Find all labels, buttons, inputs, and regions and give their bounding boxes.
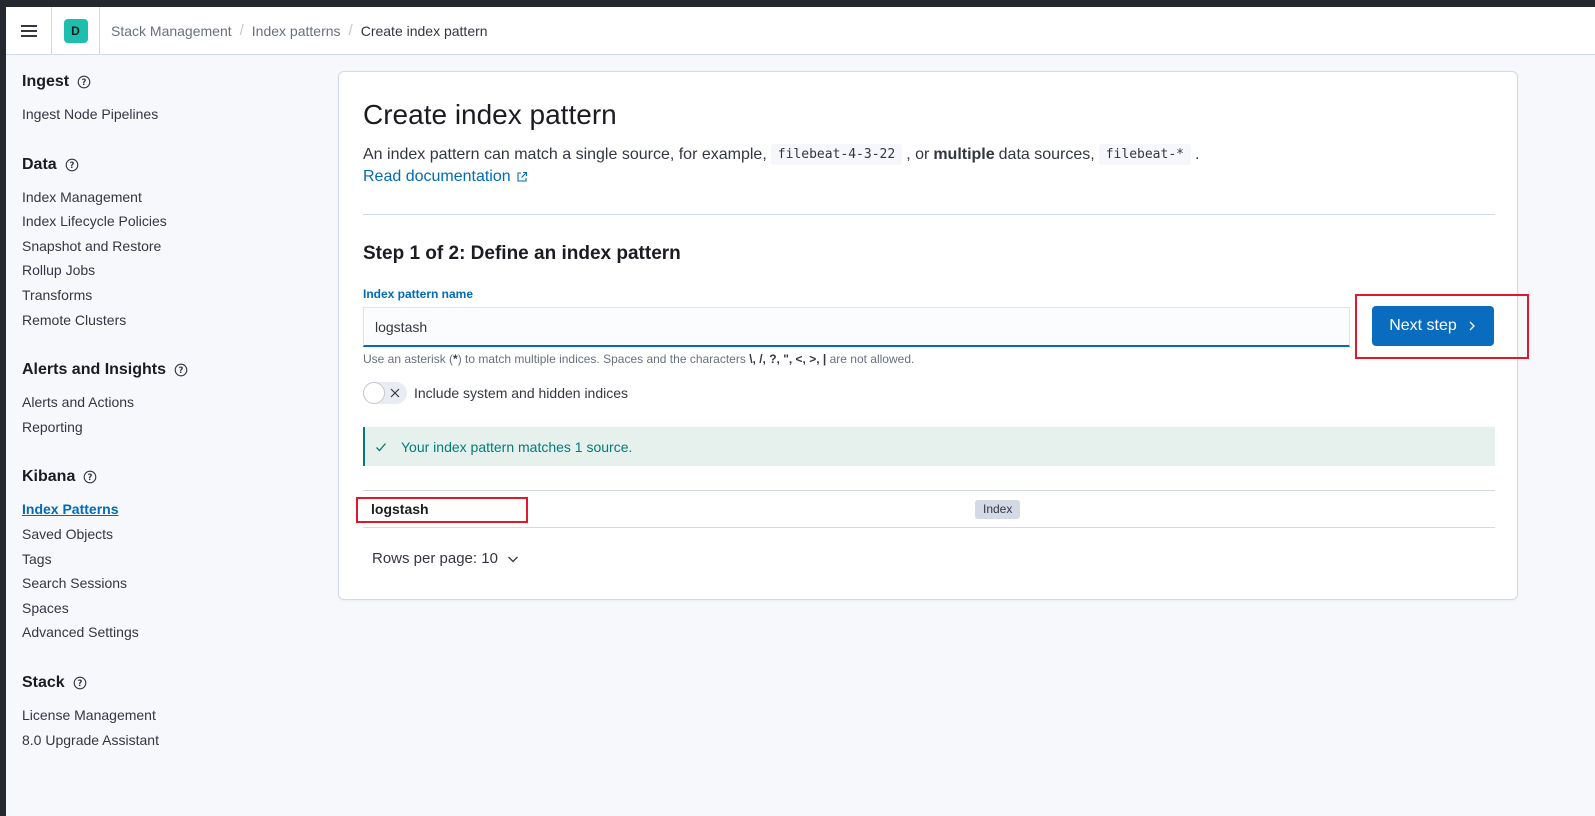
example-code-single: filebeat-4-3-22 <box>770 144 903 165</box>
create-index-pattern-panel: Create index pattern An index pattern ca… <box>338 71 1529 600</box>
table-border <box>363 490 1495 491</box>
description-text: , or <box>906 145 930 163</box>
svg-text:?: ? <box>69 161 74 171</box>
read-documentation-link[interactable]: Read documentation <box>363 168 528 186</box>
sidebar-group-title: Alerts and Insights ? <box>22 358 312 382</box>
breadcrumb-create-index-pattern: Create index pattern <box>360 22 488 39</box>
divider <box>363 214 1495 215</box>
window-top-strip <box>0 0 1595 7</box>
sidebar-item-license-management[interactable]: License Management <box>22 703 312 728</box>
help-icon[interactable]: ? <box>77 75 91 89</box>
description-text: . <box>1195 145 1200 163</box>
window-left-edge <box>0 0 6 816</box>
read-documentation-label: Read documentation <box>363 168 511 185</box>
help-text-part: ) to match multiple indices. Spaces and … <box>457 352 746 366</box>
include-system-indices-toggle-row: Include system and hidden indices <box>363 382 628 404</box>
description-text: data sources, <box>998 145 1095 163</box>
breadcrumb-index-patterns[interactable]: Index patterns <box>252 23 341 39</box>
sidebar-group-alerts-and-insights: Alerts and Insights ? Alerts and Actions… <box>22 358 312 439</box>
sidebar-item-index-lifecycle-policies[interactable]: Index Lifecycle Policies <box>22 209 312 234</box>
menu-icon <box>20 24 37 37</box>
sidebar-item-transforms[interactable]: Transforms <box>22 283 312 308</box>
sidebar-group-stack: Stack ? License Management 8.0 Upgrade A… <box>22 671 312 752</box>
chevron-down-icon <box>507 556 518 562</box>
sidebar-item-reporting[interactable]: Reporting <box>22 415 312 440</box>
sidebar-item-tags[interactable]: Tags <box>22 547 312 572</box>
app-header: D Stack Management / Index patterns / Cr… <box>6 6 1595 55</box>
table-row-name: logstash <box>371 501 429 517</box>
help-text-part: are not allowed. <box>829 352 915 366</box>
space-avatar[interactable]: D <box>63 18 88 43</box>
sidebar-item-index-patterns[interactable]: Index Patterns <box>22 497 312 522</box>
sidebar-item-index-management[interactable]: Index Management <box>22 185 312 210</box>
table-border <box>363 527 1495 528</box>
index-pattern-name-label: Index pattern name <box>363 287 474 301</box>
description-bold: multiple <box>933 145 995 163</box>
next-step-label: Next step <box>1389 317 1457 334</box>
chevron-right-icon <box>1469 321 1475 331</box>
next-step-button[interactable]: Next step <box>1372 306 1494 346</box>
include-system-indices-label: Include system and hidden indices <box>414 385 629 401</box>
help-text-chars: \, /, ?, ", <, >, | <box>749 352 827 366</box>
breadcrumb-separator: / <box>239 22 244 39</box>
sidebar: Ingest ? Ingest Node Pipelines Data ? In… <box>22 70 312 778</box>
space-selector: D <box>52 6 100 55</box>
sidebar-group-label: Ingest <box>22 73 70 90</box>
breadcrumb: Stack Management / Index patterns / Crea… <box>111 22 488 39</box>
match-success-callout: Your index pattern matches 1 source. <box>363 427 1495 466</box>
switch-knob <box>363 382 385 404</box>
sidebar-item-advanced-settings[interactable]: Advanced Settings <box>22 620 312 645</box>
svg-text:?: ? <box>179 366 184 376</box>
sidebar-group-data: Data ? Index Management Index Lifecycle … <box>22 153 312 333</box>
sidebar-item-search-sessions[interactable]: Search Sessions <box>22 571 312 596</box>
sidebar-group-title: Stack ? <box>22 671 312 695</box>
sidebar-group-label: Alerts and Insights <box>22 361 167 379</box>
breadcrumb-stack-management[interactable]: Stack Management <box>111 23 232 39</box>
sidebar-group-kibana: Kibana ? Index Patterns Saved Objects Ta… <box>22 465 312 645</box>
sidebar-item-remote-clusters[interactable]: Remote Clusters <box>22 308 312 333</box>
external-link-icon <box>517 171 527 182</box>
sidebar-group-label: Kibana <box>22 468 76 486</box>
svg-text:?: ? <box>88 473 93 483</box>
cross-icon <box>390 388 400 398</box>
include-system-indices-switch[interactable] <box>363 382 407 404</box>
breadcrumb-separator: / <box>348 22 353 39</box>
sidebar-item-alerts-and-actions[interactable]: Alerts and Actions <box>22 390 312 415</box>
sidebar-item-upgrade-assistant[interactable]: 8.0 Upgrade Assistant <box>22 728 312 753</box>
sidebar-group-title: Data ? <box>22 153 312 177</box>
sidebar-group-label: Stack <box>22 673 65 691</box>
sidebar-item-snapshot-and-restore[interactable]: Snapshot and Restore <box>22 234 312 259</box>
page-description: An index pattern can match a single sour… <box>363 144 1199 165</box>
svg-text:?: ? <box>77 679 82 689</box>
sidebar-item-saved-objects[interactable]: Saved Objects <box>22 522 312 547</box>
step-title: Step 1 of 2: Define an index pattern <box>363 243 681 264</box>
help-icon[interactable]: ? <box>65 158 79 172</box>
help-text-part: Use an asterisk ( <box>363 352 454 366</box>
svg-text:?: ? <box>82 78 87 88</box>
menu-button[interactable] <box>6 6 52 55</box>
sidebar-group-label: Data <box>22 155 57 173</box>
help-icon[interactable]: ? <box>174 363 188 377</box>
sidebar-item-rollup-jobs[interactable]: Rollup Jobs <box>22 258 312 283</box>
index-type-badge: Index <box>975 500 1021 519</box>
example-code-multiple: filebeat-* <box>1098 144 1191 165</box>
sidebar-group-ingest: Ingest ? Ingest Node Pipelines <box>22 70 312 127</box>
index-pattern-name-input[interactable] <box>364 308 1349 345</box>
rows-per-page-selector[interactable]: Rows per page: 10 <box>372 550 519 567</box>
sidebar-group-title: Ingest ? <box>22 70 312 94</box>
page-title: Create index pattern <box>363 99 617 130</box>
help-icon[interactable]: ? <box>73 676 87 690</box>
help-icon[interactable]: ? <box>83 470 97 484</box>
index-pattern-name-field <box>363 307 1350 347</box>
rows-per-page-label: Rows per page: 10 <box>372 550 498 567</box>
sidebar-group-title: Kibana ? <box>22 465 312 489</box>
index-pattern-help-text: Use an asterisk (*) to match multiple in… <box>363 352 914 366</box>
description-text: An index pattern can match a single sour… <box>363 145 767 163</box>
check-icon <box>376 442 386 451</box>
sidebar-item-spaces[interactable]: Spaces <box>22 596 312 621</box>
match-success-text: Your index pattern matches 1 source. <box>401 438 633 455</box>
sidebar-item-ingest-node-pipelines[interactable]: Ingest Node Pipelines <box>22 102 312 127</box>
